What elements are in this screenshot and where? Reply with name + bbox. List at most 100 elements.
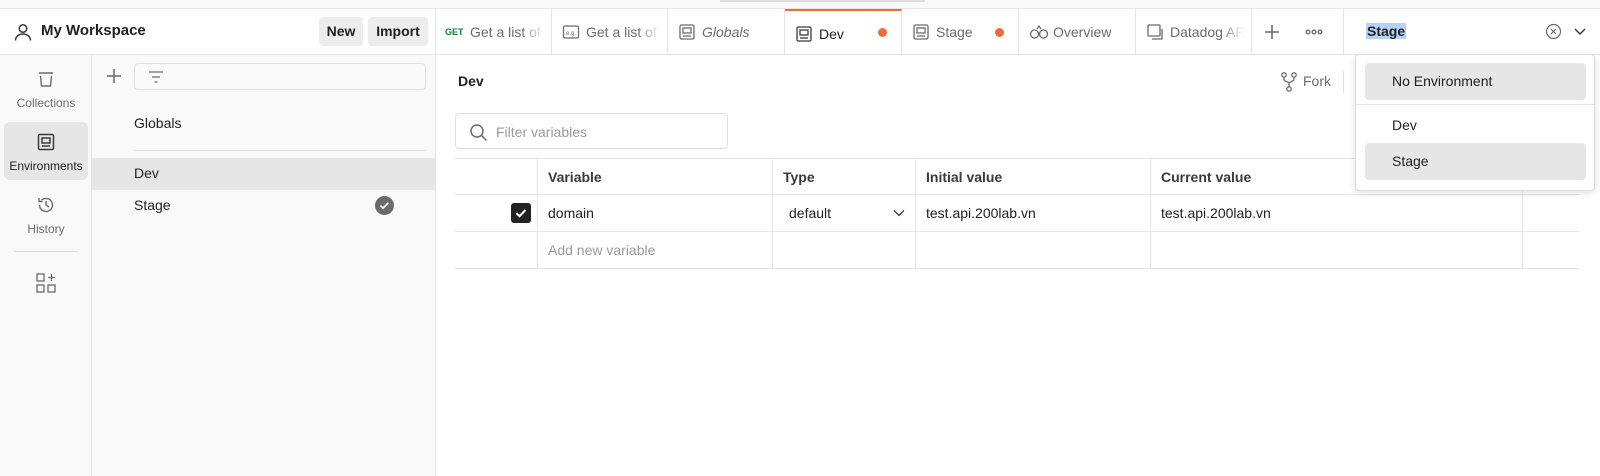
current-value-cell (1150, 232, 1522, 268)
dropdown-divider (1356, 104, 1594, 105)
environment-dropdown: No Environment Dev Stage (1355, 54, 1595, 191)
fork-button[interactable]: Fork (1279, 71, 1339, 93)
sidebar-item-stage[interactable]: Stage (92, 190, 436, 222)
search-input[interactable] (496, 122, 716, 142)
tab-overview[interactable]: Overview (1019, 9, 1136, 54)
column-header: Current value (1161, 169, 1252, 185)
environment-selector-value[interactable]: Stage (1366, 23, 1407, 39)
tab-label: Globals (702, 24, 750, 40)
add-environment-icon[interactable] (104, 66, 124, 86)
sidebar-item-dev[interactable]: Dev (92, 158, 436, 190)
dropdown-item-no-environment[interactable]: No Environment (1365, 63, 1586, 100)
left-rail: Collections Environments History (0, 55, 92, 476)
search-icon (470, 124, 488, 142)
tab-stage[interactable]: Stage (902, 9, 1019, 54)
dropdown-item-stage[interactable]: Stage (1365, 143, 1586, 180)
tab-label: Get a list of (586, 24, 657, 40)
tab-dev[interactable]: Dev (785, 9, 902, 54)
workspace-bar: My Workspace New Import (0, 9, 436, 54)
window-top-strip (0, 0, 1600, 9)
column-header: Type (783, 169, 815, 185)
actions-cell (1522, 195, 1579, 231)
actions-cell (1522, 232, 1579, 268)
import-button[interactable]: Import (368, 17, 428, 46)
select-cell (455, 195, 537, 231)
workspace-name[interactable]: My Workspace (41, 22, 146, 39)
fork-label: Fork (1303, 73, 1331, 89)
type-cell[interactable]: default (772, 195, 915, 231)
initial-value-cell[interactable]: test.api.200lab.vn (915, 195, 1150, 231)
new-button[interactable]: New (319, 17, 363, 46)
header-cell-type: Type (772, 159, 915, 195)
column-header: Variable (548, 169, 602, 185)
filter-icon[interactable] (148, 70, 164, 84)
example-icon: e.g. (562, 25, 580, 39)
new-variable-row: Add new variable (455, 232, 1579, 269)
chevron-down-icon[interactable] (1572, 23, 1588, 39)
column-header: Initial value (926, 169, 1003, 185)
unsaved-dot-icon (995, 28, 1004, 37)
sidebar-divider (134, 150, 426, 151)
dropdown-item-label: No Environment (1392, 73, 1493, 89)
sidebar-item-label: Dev (134, 165, 159, 181)
active-environment-check-icon (375, 196, 394, 215)
header-cell-select (455, 159, 537, 195)
sidebar-item-label: Stage (134, 197, 171, 213)
page-title: Dev (458, 73, 484, 89)
type-cell (772, 232, 915, 268)
collections-icon (39, 72, 53, 87)
type-select[interactable]: default (789, 205, 831, 221)
environment-selector[interactable]: Stage (1343, 9, 1600, 54)
tab-get-list-2[interactable]: e.g. Get a list of (552, 9, 668, 54)
window-drag-handle[interactable] (720, 0, 925, 2)
environments-icon (37, 133, 55, 151)
dropdown-item-label: Dev (1392, 117, 1417, 133)
add-new-variable-placeholder[interactable]: Add new variable (548, 242, 655, 258)
configure-sidebar-icon[interactable] (35, 272, 57, 294)
new-tab-plus-icon[interactable] (1260, 20, 1284, 44)
clear-icon[interactable] (1545, 23, 1562, 40)
current-value[interactable]: test.api.200lab.vn (1161, 205, 1271, 221)
tab-label: Overview (1053, 24, 1112, 40)
rail-item-collections[interactable]: Collections (4, 59, 88, 117)
filter-variables-search[interactable] (455, 113, 728, 149)
environments-sidebar: Globals Dev Stage (92, 55, 436, 476)
tab-label: Get a list of (470, 24, 541, 40)
initial-value-cell (915, 232, 1150, 268)
history-icon (38, 197, 54, 213)
unsaved-dot-icon (878, 28, 887, 37)
rail-label: Environments (9, 159, 83, 173)
tab-label: Dev (819, 26, 844, 42)
more-tabs-icon[interactable] (1302, 20, 1326, 44)
dropdown-item-dev[interactable]: Dev (1365, 107, 1586, 144)
new-variable-cell[interactable]: Add new variable (537, 232, 772, 268)
table-row: domain default test.api.200lab.vn test.a… (455, 195, 1579, 232)
environment-icon (913, 24, 929, 40)
sidebar-item-label: Globals (134, 115, 182, 131)
user-icon[interactable] (13, 22, 33, 42)
variable-name[interactable]: domain (548, 205, 594, 221)
tab-label: Datadog AP (1170, 24, 1244, 40)
sidebar-item-globals[interactable]: Globals (92, 108, 436, 140)
header-cell-variable: Variable (537, 159, 772, 195)
toolbar-divider (1343, 71, 1344, 93)
current-value-cell[interactable]: test.api.200lab.vn (1150, 195, 1522, 231)
initial-value[interactable]: test.api.200lab.vn (926, 205, 1036, 221)
sidebar-filter-input[interactable] (134, 63, 426, 90)
chevron-down-icon[interactable] (893, 209, 905, 217)
fork-icon (1281, 72, 1297, 92)
rail-item-environments[interactable]: Environments (4, 122, 88, 180)
rail-label: Collections (16, 96, 76, 110)
rail-label: History (27, 222, 65, 236)
svg-text:e.g.: e.g. (566, 31, 576, 37)
enabled-checkbox[interactable] (511, 203, 531, 223)
environment-icon (679, 24, 695, 40)
tab-globals[interactable]: Globals (668, 9, 785, 54)
tab-get-list-1[interactable]: GET Get a list of (436, 9, 552, 54)
tab-label: Stage (936, 24, 973, 40)
tab-datadog-api[interactable]: Datadog AP (1136, 9, 1252, 54)
overview-icon (1029, 24, 1049, 39)
rail-item-history[interactable]: History (4, 185, 88, 243)
variable-cell[interactable]: domain (537, 195, 772, 231)
api-icon (1147, 24, 1163, 40)
